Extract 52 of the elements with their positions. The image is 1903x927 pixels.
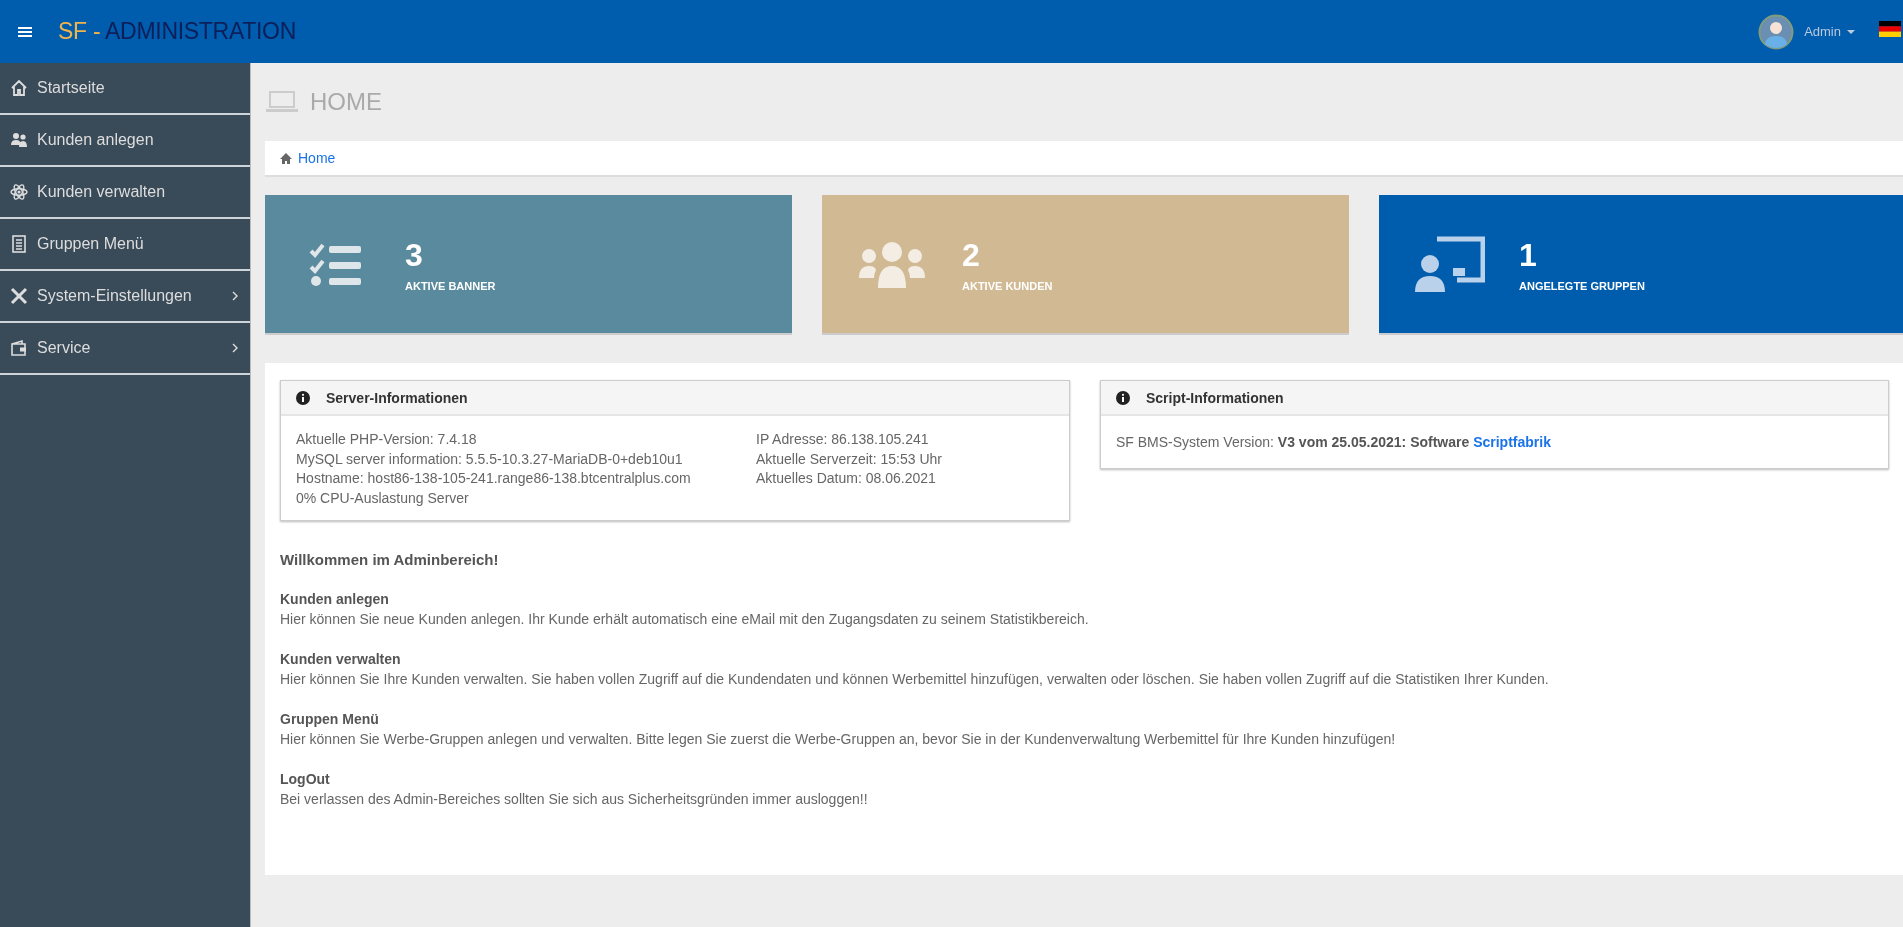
info-text: Aktuelle PHP-Version: 7.4.18 — [296, 430, 478, 449]
info-text: 0% CPU-Auslastung Server — [296, 488, 470, 508]
sidebar-item[interactable]: Startseite — [0, 63, 250, 115]
atom-icon — [10, 183, 28, 201]
menu-icon[interactable] — [18, 25, 32, 38]
section-heading: LogOut — [280, 770, 331, 790]
page-title: HOME — [310, 88, 382, 116]
stat-value: 1 — [1519, 236, 1538, 274]
section-text: Hier können Sie neue Kunden anlegen. Ihr Kunde erhält automatisch eine eMail mit den Zugangsdaten zu seinem Statistikbereich. — [280, 609, 1090, 629]
stat-value: 2 — [962, 236, 981, 274]
sidebar-item[interactable]: Service — [0, 323, 250, 375]
section-heading: Kunden anlegen — [280, 590, 390, 610]
section-heading: Gruppen Menü — [280, 710, 380, 730]
info-text: Hostname: host86-138-105-241.range86-138.btcentralplus.com — [296, 469, 692, 489]
version-text: SF BMS-System Version: V3 vom 25.05.2021: Software Scriptfabrik — [1116, 434, 1552, 450]
home-icon — [10, 79, 28, 97]
users-icon — [10, 131, 28, 149]
stat-label: AKTIVE KUNDEN — [962, 279, 1053, 292]
info-icon — [1116, 390, 1130, 405]
sidebar-item[interactable]: Kunden anlegen — [0, 115, 250, 167]
info-text: IP Adresse: 86.138.105.241 — [756, 430, 930, 449]
presenter-icon — [1413, 236, 1485, 292]
info-icon — [296, 390, 310, 405]
section-heading: Kunden verwalten — [280, 650, 402, 670]
info-text: Aktuelle Serverzeit: 15:53 Uhr — [756, 449, 943, 469]
document-icon — [10, 235, 28, 253]
avatar-icon — [1758, 13, 1795, 50]
panel-title: Script-Informationen — [1146, 389, 1284, 406]
laptop-icon — [266, 91, 298, 113]
info-text: Aktuelles Datum: 08.06.2021 — [756, 469, 937, 489]
stat-value: 3 — [405, 236, 424, 274]
brand-title: SF - ADMINISTRATION — [58, 18, 296, 45]
panel-title: Server-Informationen — [326, 389, 468, 406]
section-text: Bei verlassen des Admin-Bereiches sollten Sie sich aus Sicherheitsgründen immer ausloggen!! — [280, 789, 869, 809]
scriptfabrik-link[interactable]: Scriptfabrik — [1473, 434, 1551, 450]
home-icon — [280, 152, 292, 164]
breadcrumb-link[interactable]: Home — [298, 150, 336, 166]
sidebar-item[interactable]: Kunden verwalten — [0, 167, 250, 219]
stat-label: AKTIVE BANNER — [405, 279, 496, 292]
wallet-icon — [10, 339, 28, 357]
stat-label: ANGELEGTE GRUPPEN — [1519, 279, 1645, 292]
people-icon — [857, 240, 927, 288]
user-menu[interactable]: Admin — [1800, 20, 1859, 43]
section-text: Hier können Sie Ihre Kunden verwalten. Sie haben vollen Zugriff auf die Kundendaten und können Werbemittel hinzufügen, verwalten oder löschen. Sie haben vollen Zugriff auf die Statistiken Ihrer Kunden. — [280, 669, 1550, 689]
welcome-title: Willkommen im Adminbereich! — [280, 551, 500, 569]
checklist-icon — [309, 241, 361, 287]
caret-icon — [1847, 29, 1855, 34]
flag-icon[interactable] — [1879, 20, 1901, 37]
sidebar-item[interactable]: System-Einstellungen — [0, 271, 250, 323]
section-text: Hier können Sie Werbe-Gruppen anlegen und verwalten. Bitte legen Sie zuerst die Werbe-Gruppen an, bevor Sie in der Kundenverwaltung Werbemittel für Ihre Kunden hinzufügen! — [280, 729, 1397, 749]
info-text: MySQL server information: 5.5.5-10.3.27-MariaDB-0+deb10u1 — [296, 449, 684, 469]
sidebar-item[interactable]: Gruppen Menü — [0, 219, 250, 271]
